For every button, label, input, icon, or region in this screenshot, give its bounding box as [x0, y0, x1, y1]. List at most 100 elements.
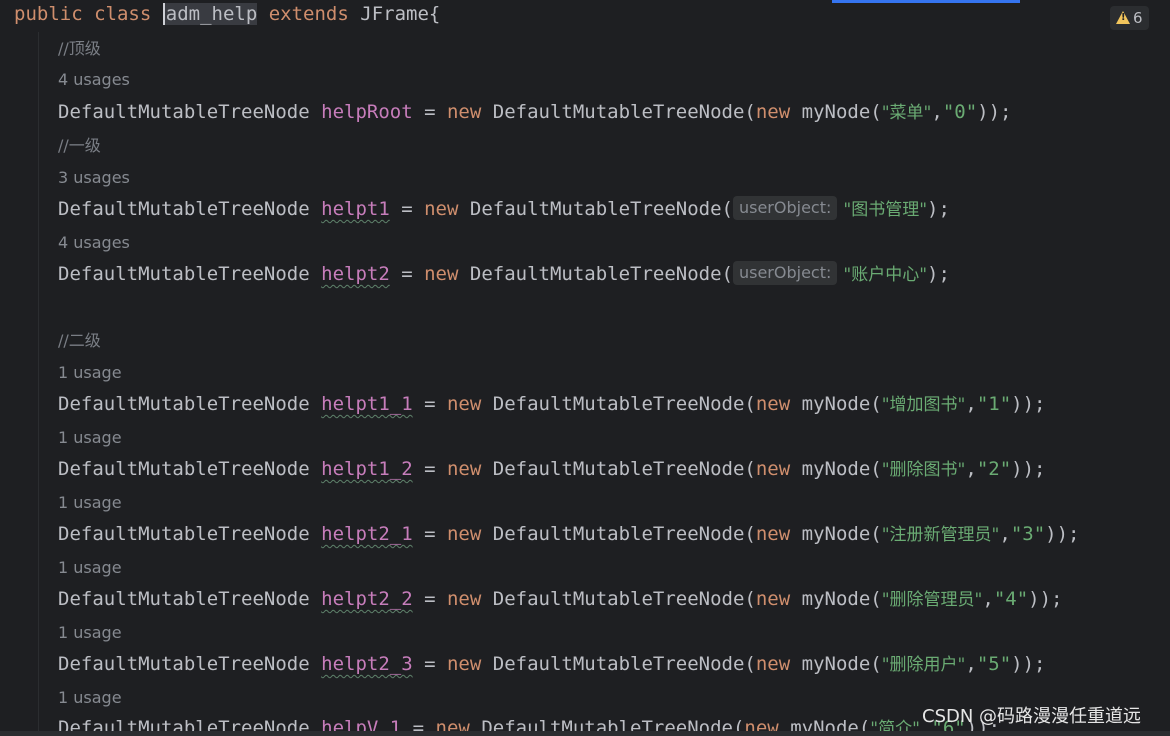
- method-call: myNode(: [801, 653, 882, 675]
- field-name[interactable]: helpt1: [321, 198, 390, 220]
- usages-hint[interactable]: 1 usage: [58, 493, 122, 513]
- keyword-new: new: [446, 588, 482, 610]
- string-literal: "增加图书": [881, 395, 966, 415]
- parameter-hint: userObject:: [732, 195, 838, 220]
- statement-end: );: [927, 263, 950, 285]
- code-line[interactable]: DefaultMutableTreeNode helpt1 = new Defa…: [58, 195, 950, 222]
- code-line[interactable]: DefaultMutableTreeNode helpt1_1 = new De…: [58, 391, 1045, 417]
- constructor-call: DefaultMutableTreeNode(: [492, 458, 756, 480]
- horizontal-scrollbar[interactable]: [0, 731, 1170, 736]
- usages-hint[interactable]: 3 usages: [58, 168, 130, 188]
- statement-end: ));: [1045, 523, 1080, 545]
- comment-line[interactable]: //二级: [58, 327, 101, 353]
- code-line[interactable]: DefaultMutableTreeNode helpt2_2 = new De…: [58, 586, 1062, 612]
- indent-guide: [38, 32, 39, 736]
- keyword-new: new: [446, 458, 482, 480]
- keyword-new: new: [424, 198, 459, 220]
- constructor-call: DefaultMutableTreeNode(: [492, 101, 756, 123]
- field-name[interactable]: helpRoot: [321, 101, 413, 123]
- keyword-new: new: [446, 523, 482, 545]
- string-literal: "5": [976, 653, 1012, 675]
- keyword-new: new: [755, 393, 791, 415]
- inspection-widget[interactable]: 6: [1110, 6, 1149, 30]
- constructor-call: DefaultMutableTreeNode(: [492, 393, 756, 415]
- constructor-call: DefaultMutableTreeNode(: [492, 588, 756, 610]
- code-line[interactable]: DefaultMutableTreeNode helpRoot = new De…: [58, 99, 1011, 125]
- comment-text: //二级: [58, 331, 101, 350]
- usages-hint[interactable]: 1 usage: [58, 623, 122, 643]
- comma: ,: [965, 393, 977, 415]
- field-name[interactable]: helpt2_3: [321, 653, 413, 675]
- assign: =: [412, 653, 447, 675]
- keyword-new: new: [446, 101, 482, 123]
- method-call: myNode(: [801, 101, 882, 123]
- keyword-new: new: [446, 393, 482, 415]
- type-name: DefaultMutableTreeNode: [58, 653, 310, 675]
- assign: =: [412, 101, 447, 123]
- field-name[interactable]: helpt1_2: [321, 458, 413, 480]
- code-editor[interactable]: public class adm_help extends JFrame{ 6 …: [0, 0, 1170, 736]
- keyword-new: new: [755, 653, 791, 675]
- keyword: public: [14, 3, 83, 25]
- usages-hint[interactable]: 1 usage: [58, 688, 122, 708]
- string-literal: "菜单": [881, 103, 932, 123]
- comma: ,: [931, 101, 943, 123]
- string-literal: "注册新管理员": [881, 525, 1000, 545]
- class-declaration-line[interactable]: public class adm_help extends JFrame{: [14, 1, 440, 27]
- code-line[interactable]: DefaultMutableTreeNode helpt2 = new Defa…: [58, 260, 950, 287]
- comment-line[interactable]: //顶级: [58, 35, 101, 61]
- statement-end: ));: [1028, 588, 1063, 610]
- statement-end: );: [927, 198, 950, 220]
- field-name[interactable]: helpt2: [321, 263, 390, 285]
- string-literal: "图书管理": [843, 200, 928, 220]
- field-name[interactable]: helpt1_1: [321, 393, 413, 415]
- assign: =: [412, 588, 447, 610]
- assign: =: [389, 198, 425, 220]
- string-literal: "删除用户": [881, 655, 966, 675]
- keyword: extends: [268, 3, 349, 25]
- constructor-call: DefaultMutableTreeNode(: [469, 198, 733, 220]
- class-name[interactable]: adm_help: [162, 3, 258, 25]
- method-call: myNode(: [801, 588, 882, 610]
- code-line[interactable]: DefaultMutableTreeNode helpt1_2 = new De…: [58, 456, 1045, 482]
- string-literal: "4": [993, 588, 1029, 610]
- usages-hint[interactable]: 1 usage: [58, 558, 122, 578]
- assign: =: [412, 458, 447, 480]
- assign: =: [412, 393, 447, 415]
- comma: ,: [999, 523, 1011, 545]
- comment-text: //一级: [58, 136, 101, 155]
- keyword: class: [94, 3, 152, 25]
- constructor-call: DefaultMutableTreeNode(: [469, 263, 733, 285]
- comment-line[interactable]: //一级: [58, 132, 101, 158]
- type-name: DefaultMutableTreeNode: [58, 523, 310, 545]
- string-literal: "删除图书": [881, 460, 966, 480]
- string-literal: "0": [942, 101, 978, 123]
- keyword-new: new: [446, 653, 482, 675]
- watermark: CSDN @码路漫漫任重道远: [922, 706, 1142, 727]
- assign: =: [389, 263, 425, 285]
- keyword-new: new: [755, 101, 791, 123]
- code-line[interactable]: DefaultMutableTreeNode helpt2_1 = new De…: [58, 521, 1079, 547]
- statement-end: ));: [1011, 458, 1046, 480]
- constructor-call: DefaultMutableTreeNode(: [492, 653, 756, 675]
- statement-end: ));: [1011, 393, 1046, 415]
- brace: {: [428, 3, 441, 25]
- field-name[interactable]: helpt2_2: [321, 588, 413, 610]
- active-tab-indicator: [832, 0, 1020, 3]
- type-name: DefaultMutableTreeNode: [58, 588, 310, 610]
- field-name[interactable]: helpt2_1: [321, 523, 413, 545]
- string-literal: "删除管理员": [881, 590, 983, 610]
- type-name: DefaultMutableTreeNode: [58, 263, 310, 285]
- string-literal: "账户中心": [843, 265, 928, 285]
- method-call: myNode(: [801, 393, 882, 415]
- usages-hint[interactable]: 1 usage: [58, 363, 122, 383]
- code-line[interactable]: DefaultMutableTreeNode helpt2_3 = new De…: [58, 651, 1045, 677]
- parent-class[interactable]: JFrame: [360, 3, 429, 25]
- usages-hint[interactable]: 4 usages: [58, 233, 130, 253]
- string-literal: "3": [1010, 523, 1046, 545]
- usages-hint[interactable]: 4 usages: [58, 70, 130, 90]
- comma: ,: [982, 588, 994, 610]
- string-literal: "1": [976, 393, 1012, 415]
- assign: =: [412, 523, 447, 545]
- usages-hint[interactable]: 1 usage: [58, 428, 122, 448]
